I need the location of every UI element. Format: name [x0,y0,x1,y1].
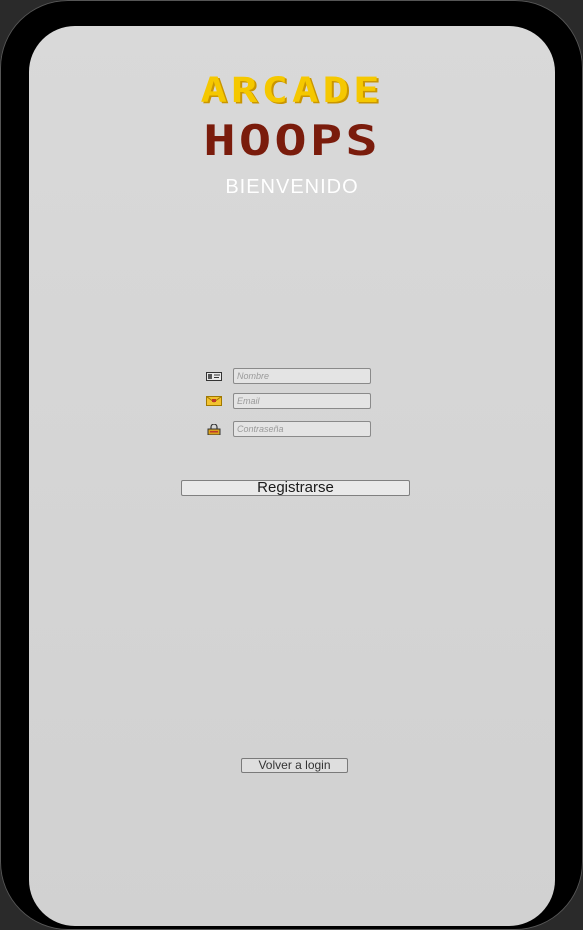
register-button[interactable]: Registrarse [181,480,410,496]
id-card-icon [205,370,223,382]
screen: ARCADE HOOPS BIENVENIDO Nombre Email Reg… [29,26,555,926]
email-icon [205,395,223,407]
welcome-title: BIENVENIDO [225,176,359,198]
lock-icon [205,423,223,435]
password-input[interactable] [233,421,371,437]
email-input[interactable] [233,393,371,409]
logo-hoops: HOOPS [203,116,381,166]
password-field-row [205,420,371,438]
back-to-login-button[interactable]: Volver a login [241,758,348,773]
email-field-row [205,392,371,410]
logo-arcade: ARCADE [200,70,384,111]
phone-frame: ARCADE HOOPS BIENVENIDO Nombre Email Reg… [0,0,583,930]
name-field-row [205,367,371,385]
name-input[interactable] [233,368,371,384]
